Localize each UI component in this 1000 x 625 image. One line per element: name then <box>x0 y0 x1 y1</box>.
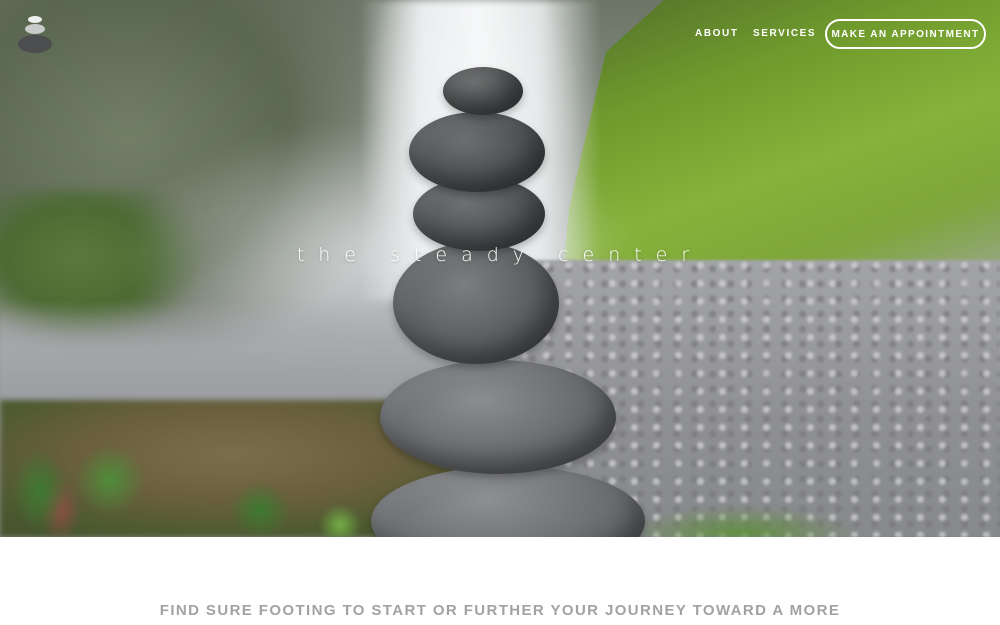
stacked-stones-logo-icon[interactable] <box>18 14 52 54</box>
make-appointment-button[interactable]: MAKE AN APPOINTMENT <box>825 19 986 49</box>
site-title: the steady center <box>296 244 704 266</box>
stone-2 <box>409 112 545 192</box>
stone-5 <box>380 360 616 474</box>
logo-stone-bottom <box>18 35 52 53</box>
logo-stone-top <box>28 16 42 23</box>
logo-stone-middle <box>25 24 45 34</box>
stone-1 <box>443 67 523 115</box>
hero-grass-right <box>620 505 860 537</box>
nav-services-link[interactable]: SERVICES <box>753 28 816 39</box>
nav-about-link[interactable]: ABOUT <box>695 28 739 39</box>
intro-tagline: FIND SURE FOOTING TO START OR FURTHER YO… <box>159 602 841 619</box>
hero-banner: the steady center <box>0 0 1000 537</box>
